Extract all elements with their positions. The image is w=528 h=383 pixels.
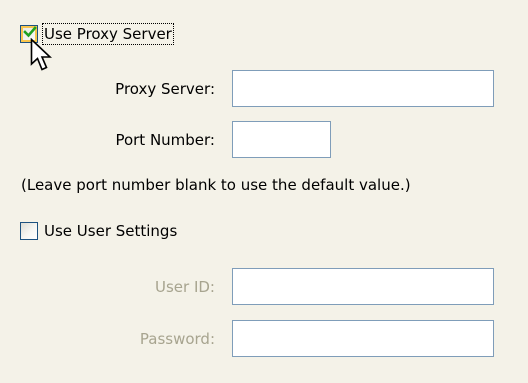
use-proxy-server-option[interactable]: Use Proxy Server xyxy=(20,22,174,46)
proxy-server-label: Proxy Server: xyxy=(115,80,215,98)
proxy-settings-panel: Use Proxy Server Proxy Server: Port Numb… xyxy=(0,0,528,383)
password-input[interactable] xyxy=(232,320,494,357)
use-user-settings-option[interactable]: Use User Settings xyxy=(20,219,178,243)
proxy-server-input[interactable] xyxy=(232,70,494,107)
password-label: Password: xyxy=(139,330,215,348)
user-id-label: User ID: xyxy=(155,278,215,296)
user-id-input[interactable] xyxy=(232,268,494,305)
use-proxy-server-checkbox[interactable] xyxy=(20,25,38,43)
use-user-settings-label[interactable]: Use User Settings xyxy=(43,221,178,241)
use-proxy-server-label[interactable]: Use Proxy Server xyxy=(42,23,174,45)
port-number-input[interactable] xyxy=(232,121,331,158)
use-user-settings-checkbox[interactable] xyxy=(20,222,38,240)
port-number-hint: (Leave port number blank to use the defa… xyxy=(21,176,411,194)
port-number-label: Port Number: xyxy=(115,131,215,149)
checkmark-icon xyxy=(23,26,37,38)
